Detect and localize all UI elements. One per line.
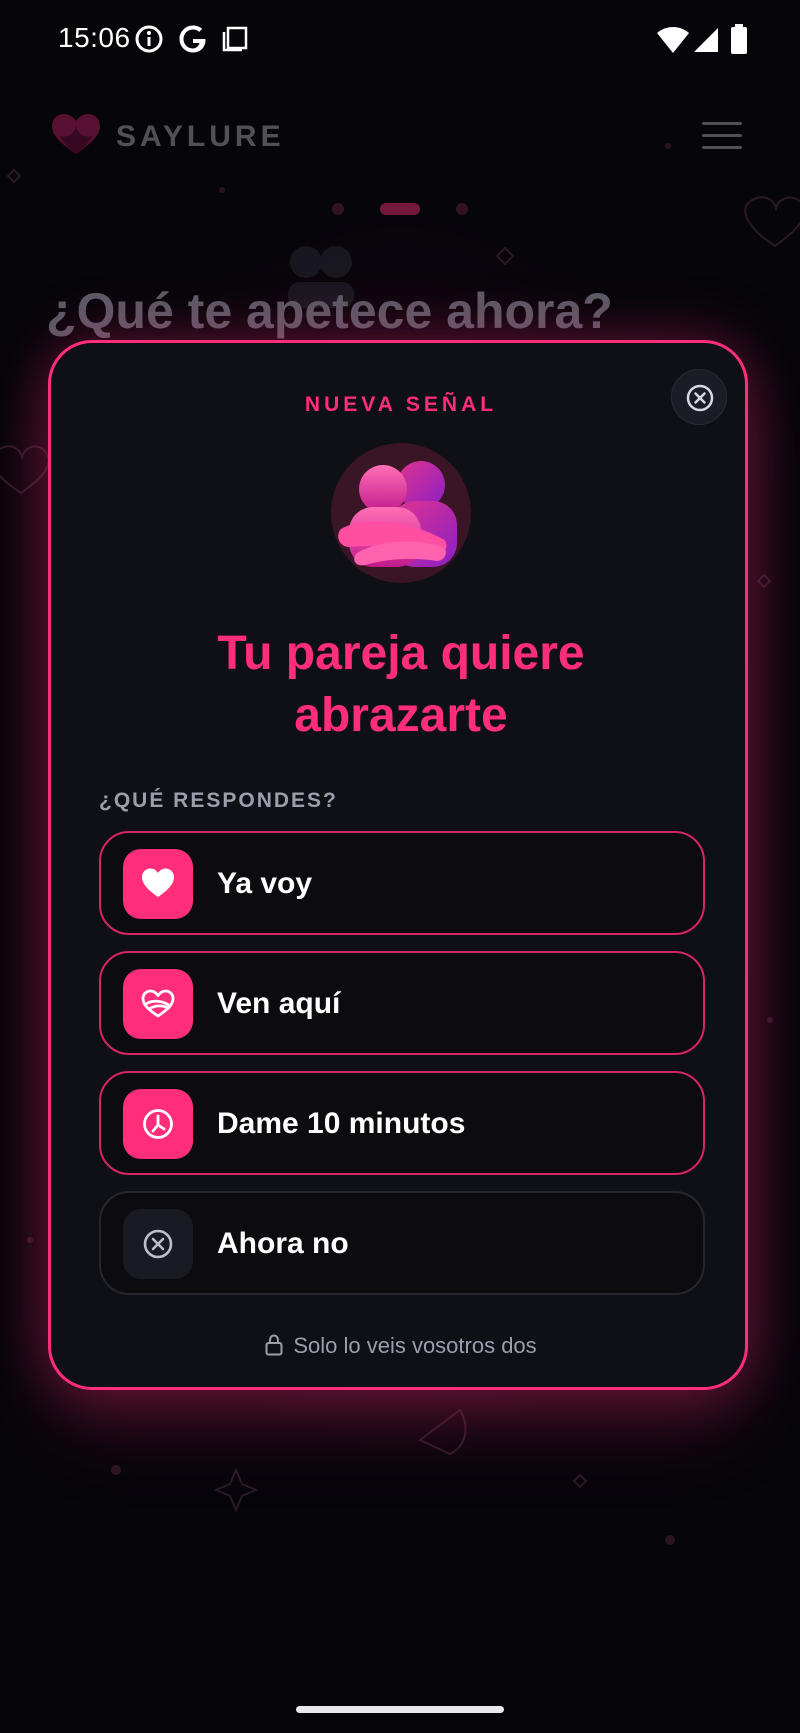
option-icon-badge — [123, 1209, 193, 1279]
people-hugging-icon — [338, 461, 457, 567]
modal-eyebrow: NUEVA SEÑAL — [304, 393, 498, 416]
pager-dot — [332, 203, 344, 215]
app-header: SAYLURE — [0, 100, 800, 170]
battery-icon — [731, 24, 747, 54]
background-page-title: ¿Qué te apetece ahora? — [46, 283, 613, 339]
info-icon — [135, 25, 163, 53]
option-ya-voy[interactable]: Ya voy — [99, 831, 705, 935]
privacy-text: Solo lo veis vosotros dos — [293, 1333, 537, 1358]
close-circle-icon — [143, 1229, 173, 1259]
page-indicator — [0, 200, 800, 220]
heart-icon — [142, 868, 174, 897]
lock-icon — [265, 1334, 283, 1356]
home-indicator[interactable] — [296, 1706, 504, 1713]
option-icon-badge — [123, 849, 193, 919]
option-ahora-no[interactable]: Ahora no — [99, 1191, 705, 1295]
hug-heart-icon — [141, 989, 175, 1018]
option-label: Ahora no — [217, 1227, 349, 1260]
hamburger-menu-icon[interactable] — [702, 122, 742, 150]
timer-icon — [143, 1109, 173, 1139]
option-label: Ya voy — [217, 867, 313, 900]
option-label: Ven aquí — [217, 987, 341, 1020]
signal-modal: NUEVA SEÑAL Tu pareja quiere abrazarte ¿… — [48, 340, 748, 1390]
heart-logo-icon — [52, 114, 100, 154]
option-label: Dame 10 minutos — [217, 1107, 466, 1140]
screenshot-icon — [222, 26, 248, 52]
emoji-badge — [331, 443, 471, 583]
status-time: 15:06 — [58, 22, 131, 53]
option-dame-10-minutos[interactable]: Dame 10 minutos — [99, 1071, 705, 1175]
wifi-icon — [657, 27, 689, 53]
status-bar: 15:06 — [0, 0, 800, 80]
headline-line-1: Tu pareja quiere — [217, 627, 585, 680]
option-icon-badge — [123, 969, 193, 1039]
pager-dot-active — [380, 203, 420, 215]
option-ven-aqui[interactable]: Ven aquí — [99, 951, 705, 1055]
modal-headline: Tu pareja quiere abrazarte — [71, 623, 731, 747]
signal-icon — [694, 28, 718, 52]
option-icon-badge — [123, 1089, 193, 1159]
app-name: SAYLURE — [116, 120, 285, 153]
privacy-note: Solo lo veis vosotros dos — [51, 1333, 751, 1359]
google-icon — [179, 25, 206, 53]
headline-line-2: abrazarte — [294, 689, 508, 742]
section-label: ¿QUÉ RESPONDES? — [99, 789, 338, 812]
pager-dot — [456, 203, 468, 215]
